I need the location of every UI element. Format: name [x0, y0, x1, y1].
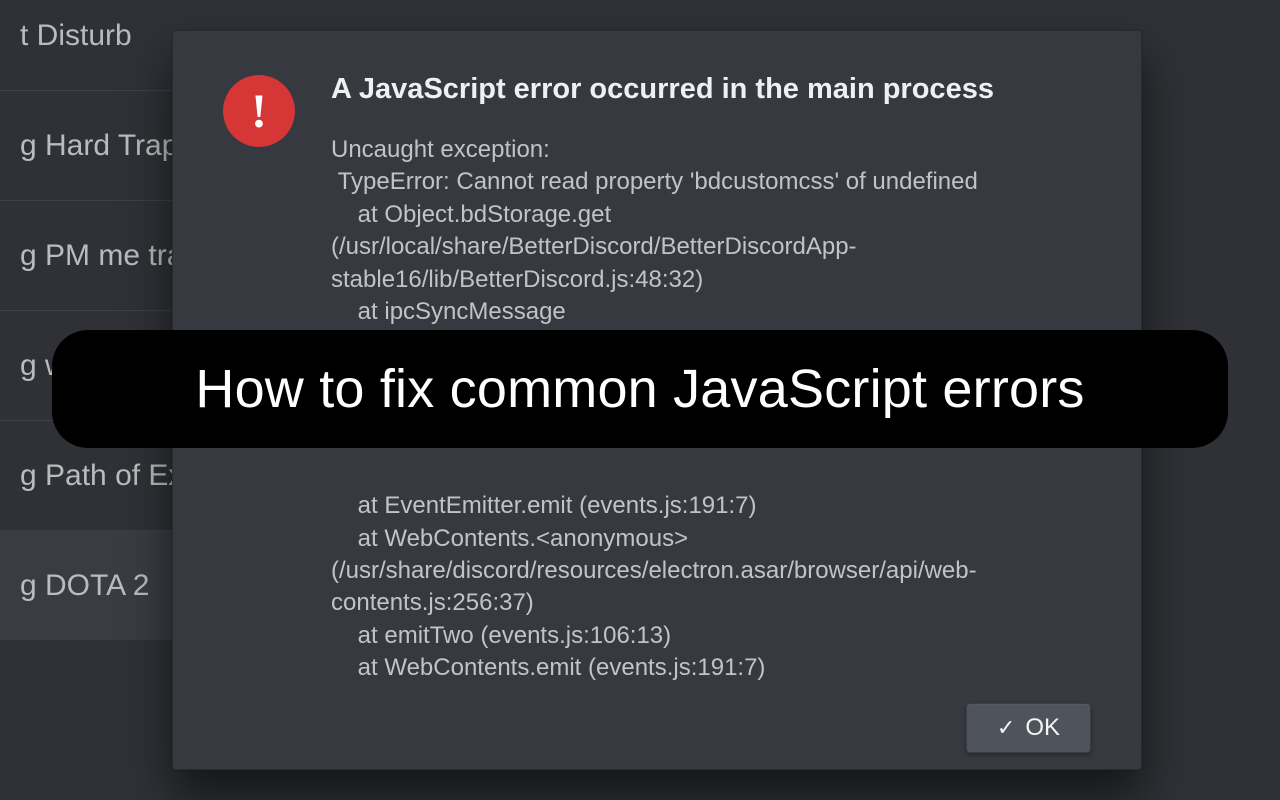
- sidebar-item-label: t Disturb: [20, 19, 132, 53]
- error-icon: !: [223, 75, 295, 147]
- ok-button[interactable]: ✓ OK: [966, 703, 1091, 753]
- dialog-title: A JavaScript error occurred in the main …: [331, 73, 1091, 106]
- sidebar-item-label: g Hard Trap: [20, 129, 178, 163]
- sidebar-item-label: g Path of Exil: [20, 459, 197, 493]
- dialog-footer: ✓ OK: [223, 685, 1091, 753]
- check-icon: ✓: [997, 715, 1015, 741]
- overlay-banner: How to fix common JavaScript errors: [52, 330, 1228, 448]
- banner-text: How to fix common JavaScript errors: [195, 359, 1084, 419]
- sidebar-item-label: g DOTA 2: [20, 569, 150, 603]
- ok-button-label: OK: [1025, 714, 1060, 742]
